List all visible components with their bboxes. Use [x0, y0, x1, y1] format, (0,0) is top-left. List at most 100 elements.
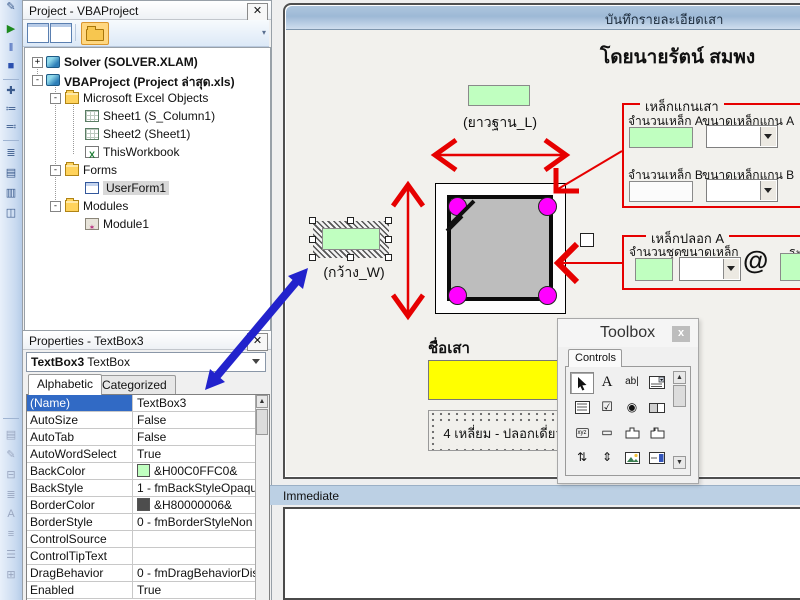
scroll-up-icon[interactable]: ▲: [673, 371, 686, 384]
label-tool[interactable]: A: [595, 372, 619, 394]
shape-button[interactable]: 4 เหลี่ยม - ปลอกเดี่ยว: [428, 410, 578, 451]
dropdown-icon[interactable]: [760, 181, 776, 200]
tree-item-sheet1[interactable]: Sheet1 (S_Column1): [25, 107, 270, 125]
tree-item-module1[interactable]: Module1: [25, 215, 270, 233]
spinbutton-tool[interactable]: ⇕: [595, 447, 619, 469]
object-selector[interactable]: TextBox3 TextBox: [26, 352, 266, 372]
object-browser-icon[interactable]: ◫: [0, 206, 22, 219]
collapse-icon[interactable]: -: [32, 75, 43, 86]
frame-tool[interactable]: xyz: [570, 422, 594, 444]
indent-icon[interactable]: ≔: [0, 102, 22, 115]
column-name-textbox[interactable]: [428, 360, 578, 400]
scroll-up-icon[interactable]: ▲: [256, 395, 268, 408]
size-b-combobox[interactable]: [706, 179, 778, 202]
resize-handle[interactable]: [347, 254, 354, 261]
multipage-tool[interactable]: [645, 422, 669, 444]
project-panel-title[interactable]: Project - VBAProject: [23, 1, 271, 20]
watch-window-icon[interactable]: ▥: [0, 186, 22, 199]
hand-icon[interactable]: ✚: [0, 84, 22, 97]
tree-item-excel-objects[interactable]: - Microsoft Excel Objects: [25, 89, 270, 107]
scrollbar-thumb[interactable]: [256, 409, 268, 435]
collapse-icon[interactable]: -: [50, 93, 61, 104]
menu-icon[interactable]: ☰: [0, 548, 22, 561]
set-count-textbox[interactable]: [635, 258, 673, 281]
resize-handle[interactable]: [385, 217, 392, 224]
reset-icon[interactable]: ■: [0, 60, 22, 72]
sheet-icon[interactable]: ▤: [0, 428, 22, 441]
lines-icon[interactable]: ≣: [0, 488, 22, 501]
project-close-button[interactable]: ✕: [247, 3, 268, 21]
tabstrip-tool[interactable]: [620, 422, 644, 444]
size-a-combobox[interactable]: [706, 125, 778, 148]
tree-item-solver[interactable]: + Solver (SOLVER.XLAM): [25, 53, 270, 71]
outdent-icon[interactable]: ≕: [0, 120, 22, 133]
immediate-window-body[interactable]: [283, 507, 800, 600]
tree-item-thisworkbook[interactable]: ThisWorkbook: [25, 143, 270, 161]
grid-icon[interactable]: ⊞: [0, 568, 22, 581]
textbox-tool[interactable]: ab|: [620, 372, 644, 394]
toolbox-scrollbar[interactable]: ▲ ▼: [673, 371, 686, 469]
tab-categorized[interactable]: Categorized: [93, 375, 176, 394]
count-b-textbox[interactable]: [629, 181, 693, 202]
togglebutton-tool[interactable]: [645, 397, 669, 419]
stirrup-size-combobox[interactable]: [679, 257, 741, 281]
collapse-icon[interactable]: -: [50, 201, 61, 212]
resize-handle[interactable]: [347, 217, 354, 224]
align-icon[interactable]: ≡: [0, 528, 22, 540]
toolbar-overflow-icon[interactable]: ▾: [262, 28, 266, 37]
break-icon[interactable]: ‖: [0, 42, 22, 54]
dropdown-icon[interactable]: [723, 259, 739, 279]
scrollbar-thumb[interactable]: [673, 385, 686, 407]
properties-close-button[interactable]: ✕: [247, 333, 268, 351]
resize-handle[interactable]: [385, 236, 392, 243]
base-length-textbox[interactable]: [468, 85, 530, 106]
resize-handle[interactable]: [309, 217, 316, 224]
run-macro-icon[interactable]: ▶: [0, 22, 22, 35]
checkbox[interactable]: [580, 233, 594, 247]
checkbox-tool[interactable]: ☑: [595, 397, 619, 419]
collapse-icon[interactable]: ⊟: [0, 468, 22, 481]
resize-handle[interactable]: [385, 254, 392, 261]
folder-icon: [86, 29, 104, 41]
tree-item-modules[interactable]: - Modules: [25, 197, 270, 215]
properties-panel-title[interactable]: Properties - TextBox3: [23, 331, 271, 350]
library-icon: [46, 56, 60, 68]
listbox-tool[interactable]: [570, 397, 594, 419]
properties-scrollbar[interactable]: ▲: [255, 395, 269, 600]
tree-item-forms[interactable]: - Forms: [25, 161, 270, 179]
count-a-textbox[interactable]: [629, 127, 693, 148]
tree-item-sheet2[interactable]: Sheet2 (Sheet1): [25, 125, 270, 143]
view-object-button[interactable]: [50, 23, 72, 43]
edit-icon[interactable]: ✎: [0, 448, 22, 461]
toolbar-grip[interactable]: [3, 418, 19, 419]
font-icon[interactable]: A: [0, 508, 22, 520]
select-tool[interactable]: [570, 372, 594, 394]
tree-item-vbaproject[interactable]: - VBAProject (Project ล่าสุด.xls): [25, 71, 270, 89]
optionbutton-tool[interactable]: ◉: [620, 397, 644, 419]
list-icon[interactable]: ≣: [0, 146, 22, 159]
refedit-tool[interactable]: [645, 447, 669, 469]
design-mode-icon[interactable]: ✎: [0, 0, 22, 13]
width-textbox-selected[interactable]: [322, 228, 380, 250]
expand-icon[interactable]: +: [32, 57, 43, 68]
dropdown-icon[interactable]: [760, 127, 776, 146]
immediate-window-titlebar[interactable]: Immediate: [270, 485, 800, 505]
toolbox-close-button[interactable]: x: [672, 326, 690, 342]
scrollbar-tool[interactable]: ⇅: [570, 447, 594, 469]
color-swatch: [137, 498, 150, 511]
spacing-textbox[interactable]: [780, 253, 800, 281]
scroll-down-icon[interactable]: ▼: [673, 456, 686, 469]
resize-handle[interactable]: [309, 236, 316, 243]
tree-item-userform1[interactable]: UserForm1: [25, 179, 270, 197]
form-view-icon[interactable]: ▤: [0, 166, 22, 179]
resize-handle[interactable]: [309, 254, 316, 261]
tab-alphabetic[interactable]: Alphabetic: [28, 374, 102, 395]
commandbutton-tool[interactable]: ▭: [595, 422, 619, 444]
combobox-tool[interactable]: [645, 372, 669, 394]
toggle-folders-button[interactable]: [81, 22, 109, 45]
view-code-button[interactable]: [27, 23, 49, 43]
tab-controls[interactable]: Controls: [568, 349, 622, 367]
collapse-icon[interactable]: -: [50, 165, 61, 176]
image-tool[interactable]: [620, 447, 644, 469]
toolbox-titlebar[interactable]: Toolbox x: [558, 319, 698, 347]
